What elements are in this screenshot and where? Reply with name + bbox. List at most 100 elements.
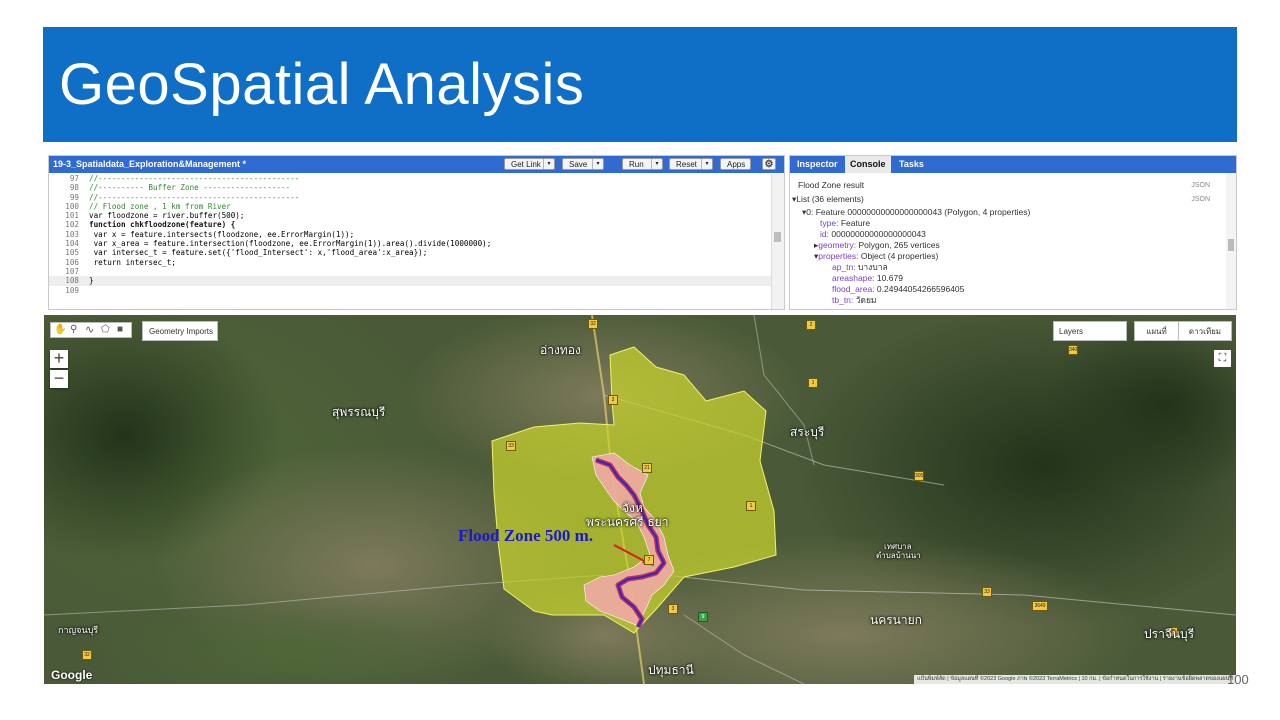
line-number: 97 <box>69 174 79 183</box>
code-line: 99 //------------------------------------… <box>49 193 771 202</box>
property-key: tb_tn: <box>832 295 854 305</box>
list-node[interactable]: ▾List (36 elements) <box>792 194 864 205</box>
code-text: // Flood zone , 1 km from River <box>89 201 231 211</box>
reset-button[interactable]: Reset ▾ <box>669 158 713 170</box>
route-shield: 33 <box>982 587 992 597</box>
map-attribution[interactable]: แป้นพิมพ์ลัด | ข้อมูลแผนที่ ©2023 Google… <box>914 675 1236 684</box>
place-label-ban-na-2: ตำบลบ้านนา <box>876 551 921 560</box>
code-text: return intersec_t; <box>89 257 176 267</box>
run-button[interactable]: Run ▾ <box>622 158 663 170</box>
fullscreen-icon[interactable]: ⛶ <box>1214 350 1231 367</box>
code-line: 101 var floodzone = river.buffer(500); <box>49 211 771 220</box>
route-shield: 21 <box>642 463 652 473</box>
place-label-pathumthani: ปทุมธานี <box>648 663 694 677</box>
geometry-node[interactable]: ▸geometry: Polygon, 265 vertices <box>814 240 940 251</box>
code-text: var floodzone = river.buffer(500); <box>89 211 245 221</box>
ap-tn-property: ap_tn: บางบาล <box>832 262 888 273</box>
code-text: var x_area = feature.intersection(floodz… <box>89 239 492 249</box>
code-area[interactable]: 97 //------------------------------------… <box>49 174 771 309</box>
line-number: 107 <box>65 266 79 276</box>
property-key: geometry: <box>818 240 857 250</box>
run-label: Run <box>629 160 644 169</box>
code-line: 104 var x_area = feature.intersection(fl… <box>49 239 771 248</box>
json-link[interactable]: JSON <box>1191 196 1210 203</box>
apps-label: Apps <box>727 160 746 169</box>
rectangle-icon[interactable]: ■ <box>117 324 123 335</box>
script-title: 19-3_Spatialdata_Exploration&Management … <box>53 159 247 169</box>
console-scrollbar[interactable] <box>1226 173 1236 309</box>
tab-console[interactable]: Console <box>845 156 891 173</box>
satellite-type-button[interactable]: ดาวเทียม <box>1178 321 1232 341</box>
property-value: บางบาล <box>858 262 888 272</box>
properties-node[interactable]: ▾properties: Object (4 properties) <box>814 251 938 262</box>
chevron-down-icon[interactable]: ▾ <box>651 159 662 169</box>
tb-tn-property: tb_tn: วัดยม <box>832 295 877 306</box>
console-panel: Inspector Console Tasks Flood Zone resul… <box>789 155 1237 310</box>
code-text: //--------------------------------------… <box>89 174 300 183</box>
geometry-imports-button[interactable]: Geometry Imports <box>142 321 218 341</box>
editor-scrollbar[interactable] <box>771 174 784 309</box>
property-key: id: <box>820 229 829 239</box>
line-number: 106 <box>65 257 79 267</box>
zoom-out-button[interactable]: − <box>50 369 68 388</box>
map-view[interactable]: 32 3 33 21 1 9 3 7 2 33 3649 305 340 35 … <box>44 315 1236 684</box>
property-key: properties: <box>818 251 859 261</box>
id-property: id: 00000000000000000043 <box>820 229 926 240</box>
get-link-button[interactable]: Get Link ▾ <box>504 158 555 170</box>
route-shield: 32 <box>588 319 598 329</box>
chevron-down-icon[interactable]: ▾ <box>701 159 712 169</box>
line-number: 104 <box>65 239 79 249</box>
route-shield: 1 <box>808 378 818 388</box>
save-button[interactable]: Save ▾ <box>562 158 604 170</box>
chevron-down-icon[interactable]: ▾ <box>543 159 554 169</box>
route-shield: 2 <box>806 320 816 330</box>
map-type-button[interactable]: แผนที่ <box>1134 321 1179 341</box>
chevron-down-icon[interactable]: ▾ <box>592 159 603 169</box>
property-key: flood_area: <box>832 284 875 294</box>
tab-inspector[interactable]: Inspector <box>792 156 843 173</box>
feature-node[interactable]: ▾0: Feature 00000000000000000043 (Polygo… <box>802 207 1030 218</box>
result-title: Flood Zone result <box>798 180 865 190</box>
place-label-prachinburi: ปราจีนบุรี <box>1144 627 1195 641</box>
drawing-tools: ✋ ⚲ ∿ ⬠ ■ <box>50 322 132 338</box>
code-line: 98 //---------- Buffer Zone -------------… <box>49 183 771 192</box>
place-label-angthong: อ่างทอง <box>540 343 581 357</box>
property-key: type: <box>820 218 839 228</box>
google-logo: Google <box>51 668 93 682</box>
line-number: 109 <box>65 285 79 295</box>
get-link-label: Get Link <box>511 160 541 169</box>
route-shield: 3 <box>668 604 678 614</box>
line-number: 101 <box>65 211 79 221</box>
line-icon[interactable]: ∿ <box>85 323 94 336</box>
save-label: Save <box>569 160 588 169</box>
code-line: 103 var x = feature.intersects(floodzone… <box>49 230 771 239</box>
property-value: วัดยม <box>855 295 877 305</box>
line-number: 99 <box>69 192 79 202</box>
flood-zone-label: Flood Zone 500 m. <box>458 526 594 545</box>
route-shield: 33 <box>506 441 516 451</box>
code-line: 102 function chkfloodzone(feature) { <box>49 220 771 229</box>
apps-button[interactable]: Apps <box>720 158 751 170</box>
console-tabs: Inspector Console Tasks <box>790 156 1236 173</box>
code-line: 109 <box>49 286 771 295</box>
polygon-icon[interactable]: ⬠ <box>101 324 110 335</box>
json-link[interactable]: JSON <box>1191 182 1210 189</box>
zoom-in-button[interactable]: + <box>50 349 68 368</box>
code-line: 100 // Flood zone , 1 km from River <box>49 202 771 211</box>
code-editor-panel: 19-3_Spatialdata_Exploration&Management … <box>48 155 785 310</box>
scrollbar-thumb[interactable] <box>1228 239 1234 251</box>
gear-icon[interactable]: ⚙ <box>762 158 776 170</box>
layers-button[interactable]: Layers <box>1053 321 1127 341</box>
line-number: 105 <box>65 248 79 258</box>
scrollbar-thumb[interactable] <box>774 232 781 242</box>
reset-label: Reset <box>676 160 697 169</box>
route-shield: 3649 <box>1032 601 1048 611</box>
code-line: 106 return intersec_t; <box>49 258 771 267</box>
code-line: 97 //------------------------------------… <box>49 174 771 183</box>
slide-title-banner: GeoSpatial Analysis <box>43 27 1237 142</box>
marker-icon[interactable]: ⚲ <box>70 324 77 335</box>
hand-icon[interactable]: ✋ <box>54 324 66 335</box>
code-text: } <box>89 276 94 286</box>
code-text: var x = feature.intersects(floodzone, ee… <box>89 229 355 239</box>
tab-tasks[interactable]: Tasks <box>894 156 929 173</box>
